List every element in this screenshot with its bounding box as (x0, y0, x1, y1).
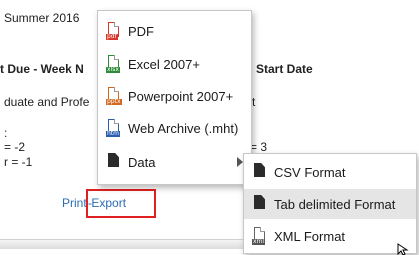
menu-item-label: Excel 2007+ (128, 56, 200, 72)
program-text: duate and Profe (4, 95, 90, 109)
program-tail: t (252, 95, 256, 109)
menu-item-label: Powerpoint 2007+ (128, 88, 234, 104)
heading-right: Start Date (256, 62, 313, 76)
term-label: Summer 2016 (4, 11, 80, 25)
data-submenu: CSV Format Tab delimited Format xml XML … (243, 153, 417, 254)
print-link[interactable]: Print (62, 196, 87, 210)
heading-left: t Due - Week N (0, 62, 84, 76)
pdf-icon: pdf (106, 21, 122, 41)
submenu-item-label: XML Format (274, 228, 346, 244)
menu-item-excel[interactable]: xlsx Excel 2007+ (98, 49, 251, 79)
submenu-item-csv[interactable]: CSV Format (244, 157, 416, 187)
menu-item-web-archive[interactable]: htm Web Archive (.mht) (98, 113, 251, 143)
excel-icon: xlsx (106, 54, 122, 74)
menu-item-label: Data (128, 154, 156, 170)
line-three: r = -1 (4, 155, 33, 169)
mouse-cursor-icon (397, 243, 409, 255)
data-file-icon (106, 152, 122, 172)
right-value: = 3 (250, 140, 268, 154)
submenu-item-xml[interactable]: xml XML Format (244, 221, 416, 251)
pdf-icon-tag: pdf (106, 33, 118, 40)
menu-item-powerpoint[interactable]: pptx Powerpoint 2007+ (98, 81, 251, 111)
web-archive-icon-tag: htm (106, 130, 120, 137)
line-one: : (4, 126, 8, 140)
menu-item-label: PDF (128, 23, 154, 39)
submenu-item-tab-delimited[interactable]: Tab delimited Format (244, 189, 416, 219)
xml-icon: xml (252, 226, 268, 246)
csv-file-icon (252, 162, 268, 182)
line-two: = -2 (4, 140, 26, 154)
excel-icon-tag: xlsx (106, 66, 120, 73)
menu-item-label: Web Archive (.mht) (128, 120, 239, 136)
submenu-item-label: CSV Format (274, 164, 346, 180)
menu-item-data[interactable]: Data (98, 147, 251, 177)
tab-file-icon (252, 194, 268, 214)
menu-item-pdf[interactable]: pdf PDF (98, 16, 251, 46)
export-menu: pdf PDF xlsx Excel 2007+ pptx Powerpoint… (97, 10, 252, 185)
horizontal-scrollbar[interactable] (0, 239, 243, 249)
export-highlight-box (86, 189, 156, 218)
powerpoint-icon-tag: pptx (106, 98, 122, 105)
powerpoint-icon: pptx (106, 86, 122, 106)
submenu-item-label: Tab delimited Format (274, 196, 396, 212)
xml-icon-tag: xml (252, 238, 266, 245)
web-archive-icon: htm (106, 118, 122, 138)
